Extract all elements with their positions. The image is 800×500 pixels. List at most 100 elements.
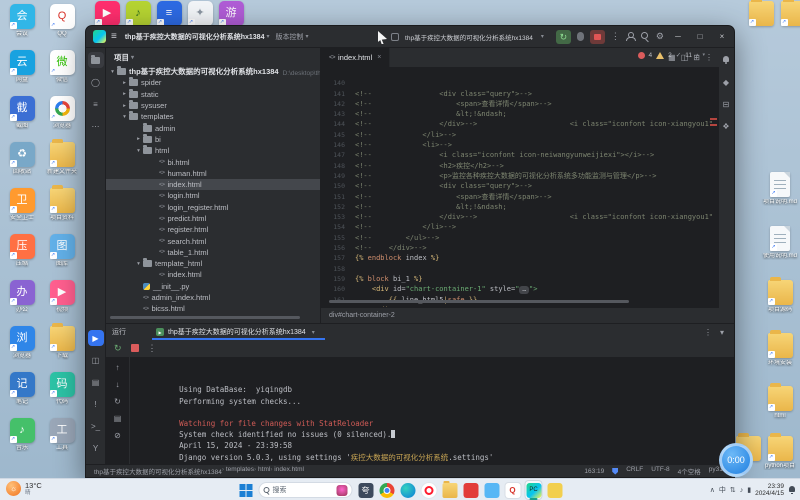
project-tree-item[interactable]: predict.html	[106, 213, 320, 224]
taskbar-app-opera[interactable]	[420, 480, 438, 500]
project-tree-item[interactable]: human.html	[106, 168, 320, 179]
code-with-me-icon[interactable]	[626, 32, 637, 41]
desktop-icon[interactable]: Q QQ	[43, 4, 81, 38]
project-tree-item[interactable]: admin	[106, 122, 320, 133]
vcs-widget[interactable]: 版本控制	[275, 32, 303, 42]
project-tree-item[interactable]: ▸ spider	[106, 77, 320, 88]
desktop-icon[interactable]: 项目资料	[43, 185, 81, 222]
desktop-icon[interactable]: ♪ 音乐	[3, 418, 41, 452]
database-icon[interactable]: ⊟	[718, 96, 734, 112]
desktop-icon[interactable]: 环境安装	[761, 330, 799, 367]
scroll-up-icon[interactable]: ↑	[111, 360, 125, 374]
project-tree-item[interactable]: bi.html	[106, 156, 320, 167]
tray-expand-icon[interactable]: ∧	[710, 486, 715, 494]
desktop-icon[interactable]	[774, 0, 800, 28]
taskbar-app-netease[interactable]	[462, 480, 480, 500]
tree-expand-icon[interactable]: ▸	[120, 91, 129, 97]
tab-index-html[interactable]: index.html ×	[321, 48, 391, 67]
tree-expand-icon[interactable]: ▾	[134, 148, 143, 154]
desktop-icon[interactable]: 新建文件夹	[43, 139, 81, 176]
structure-icon[interactable]: ≡	[88, 96, 104, 112]
ai-assistant-icon[interactable]: ◆	[718, 74, 734, 90]
taskbar-app-notes[interactable]	[546, 480, 564, 500]
clear-console-icon[interactable]: ⊘	[111, 428, 125, 442]
project-tree-item[interactable]: ▸ bi	[106, 133, 320, 145]
tree-expand-icon[interactable]: ▸	[120, 80, 129, 86]
code-viewport[interactable]: 140 <!-- <div class="query">--> 141 <!--…	[321, 68, 719, 307]
plugins-icon[interactable]: ❖	[718, 118, 734, 134]
desktop-icon[interactable]: 码 代码	[43, 372, 81, 406]
project-tree-item[interactable]: search.html	[106, 235, 320, 246]
more-actions-icon[interactable]: ⋮	[611, 31, 620, 42]
desktop-icon[interactable]: 压 压缩	[3, 234, 41, 268]
search-everywhere-icon[interactable]	[640, 32, 650, 41]
more-tools-icon[interactable]: ⋯	[88, 118, 104, 134]
start-button[interactable]	[237, 480, 255, 500]
desktop-icon[interactable]: 云 网盘	[3, 50, 41, 84]
version-control-icon[interactable]: Y	[88, 440, 104, 456]
desktop-icon[interactable]: html	[761, 383, 799, 420]
project-tree-item[interactable]: table_1.html	[106, 247, 320, 258]
desktop-icon[interactable]: 项目说明.md	[761, 172, 799, 206]
status-breadcrumbs[interactable]: thp基于疾控大数据的可视化分析系统hx1384templateshtmlind…	[94, 466, 304, 476]
breadcrumb-item[interactable]: index.html	[270, 466, 304, 476]
stop-button[interactable]	[589, 29, 605, 44]
breadcrumb-item[interactable]: templates	[222, 466, 254, 476]
problems-icon[interactable]: !	[88, 396, 104, 412]
editor-more-icon[interactable]: ⋮	[705, 53, 713, 62]
services-icon[interactable]: ◫	[88, 352, 104, 368]
main-menu-icon[interactable]: ≡	[111, 31, 117, 42]
soft-wrap-icon[interactable]: ▤	[111, 411, 125, 425]
taskbar-clock[interactable]: 23:39 2024/4/15	[755, 483, 784, 497]
desktop-icon[interactable]: 图 图库	[43, 234, 81, 268]
project-tree-item[interactable]: ▾ thp基于疾控大数据的可视化分析系统hx1384 D:\desktop\th…	[106, 66, 320, 77]
editor-breadcrumbs[interactable]: div#chart-container-2	[321, 307, 719, 323]
project-tree-item[interactable]: ▾ html	[106, 145, 320, 156]
tree-expand-icon[interactable]: ▾	[108, 69, 117, 75]
project-tree-item[interactable]: bicss.html	[106, 303, 320, 314]
tree-expand-icon[interactable]: ▸	[120, 103, 129, 109]
desktop-icon[interactable]: ▶ 视频	[43, 280, 81, 314]
taskbar-app-chrome[interactable]	[378, 480, 396, 500]
desktop-icon[interactable]: 浏览器	[43, 96, 81, 130]
scroll-down-icon[interactable]: ↓	[111, 377, 125, 391]
commit-icon[interactable]: ◯	[88, 74, 104, 90]
settings-gear-icon[interactable]: ⚙	[656, 31, 664, 42]
desktop-icon[interactable]: 截 截图	[3, 96, 41, 130]
error-stripe-mark[interactable]	[710, 124, 717, 126]
project-tree-item[interactable]: ▸ static	[106, 88, 320, 100]
project-tree-item[interactable]: __init__.py	[106, 281, 320, 292]
project-scrollbar[interactable]	[110, 316, 300, 319]
breadcrumb-item[interactable]: thp基于疾控大数据的可视化分析系统hx1384	[94, 466, 222, 476]
project-icon[interactable]	[87, 52, 104, 68]
rerun-button[interactable]: ↻	[555, 29, 571, 44]
terminal-icon[interactable]: >_	[88, 418, 104, 434]
taskbar-app-qq[interactable]: Q	[504, 480, 522, 500]
desktop-icon[interactable]: 办 办公	[3, 280, 41, 314]
notification-center-icon[interactable]	[788, 486, 796, 494]
desktop-icon[interactable]: 浏 浏览器	[3, 326, 41, 360]
taskbar-app-explorer[interactable]	[441, 480, 459, 500]
run-panel-hide-icon[interactable]: ▾	[720, 328, 724, 337]
taskbar-app-quark[interactable]: 夸	[357, 480, 375, 500]
desktop-icon[interactable]: 卫 安全卫士	[3, 188, 41, 222]
project-tree-item[interactable]: admin_index.html	[106, 292, 320, 303]
minimize-button[interactable]: ─	[670, 32, 686, 41]
error-stripe-mark[interactable]	[710, 118, 717, 120]
run-tool-label[interactable]: 运行	[112, 327, 126, 337]
desktop-icon[interactable]: 使用说明.md	[761, 226, 799, 260]
status-item[interactable]: CRLF	[626, 466, 643, 476]
taskbar-app-pycharm[interactable]: PC	[524, 480, 543, 500]
file-lock-icon[interactable]	[612, 467, 619, 475]
prev-problem-icon[interactable]: ▴	[696, 52, 699, 58]
desktop-icon[interactable]: 下载	[43, 323, 81, 360]
stop-icon[interactable]	[130, 344, 139, 352]
breadcrumb-item[interactable]: html	[254, 466, 270, 476]
timer-widget[interactable]: 0:00	[719, 443, 753, 477]
project-tree-item[interactable]: ▾ templates	[106, 111, 320, 122]
taskbar-app-qq-browser[interactable]	[483, 480, 501, 500]
close-button[interactable]: ×	[714, 32, 730, 41]
python-packages-icon[interactable]: ▤	[88, 374, 104, 390]
network-icon[interactable]: ⇅	[730, 486, 736, 494]
desktop-icon[interactable]: ♻ 回收站	[3, 142, 41, 176]
